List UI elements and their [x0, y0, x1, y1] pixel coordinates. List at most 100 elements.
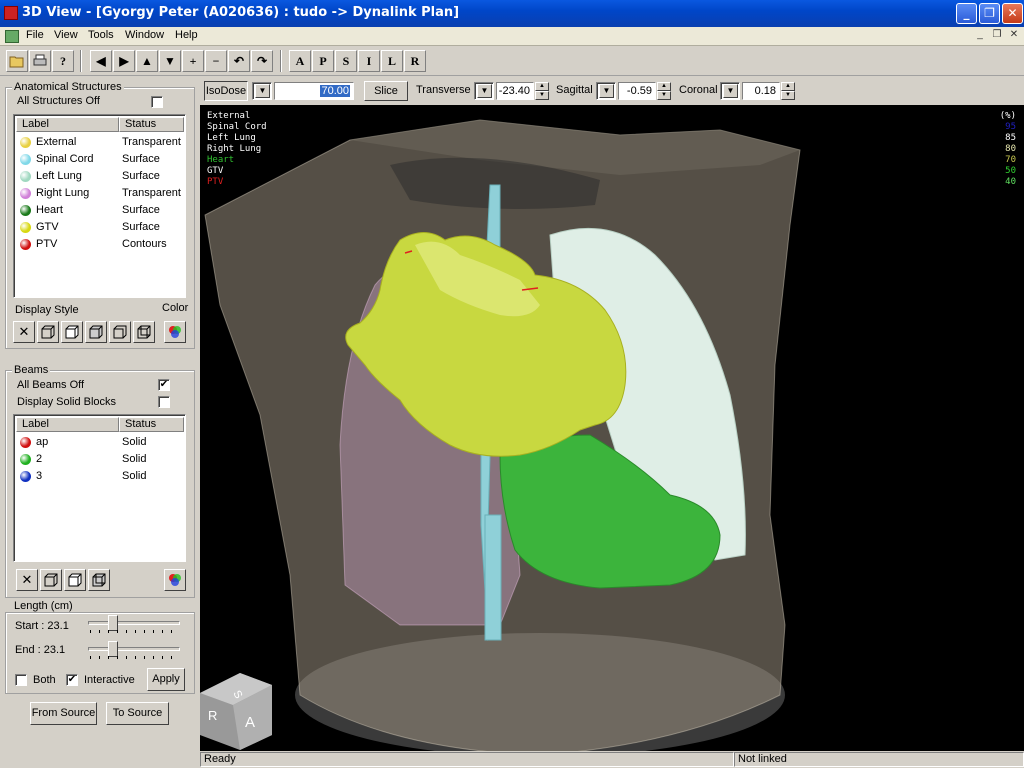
zoom-in-icon[interactable]: + — [182, 50, 204, 72]
beams-list: Label Status ap Solid 2 Solid 3 Solid — [13, 414, 186, 562]
beam-color-icon — [20, 454, 31, 465]
beam-color-picker-icon[interactable] — [164, 569, 186, 591]
isodose-value-field[interactable]: 70.00 — [274, 82, 354, 100]
transverse-dropdown[interactable]: ▼ — [474, 82, 494, 100]
transverse-spinner[interactable]: ▲ ▼ — [535, 82, 549, 100]
beam-row[interactable]: 3 Solid — [16, 468, 181, 485]
isodose-toggle-button[interactable]: IsoDose — [204, 81, 248, 101]
arrow-left-icon[interactable]: ◀ — [90, 50, 112, 72]
rotate-cw-icon[interactable]: ↷ — [251, 50, 273, 72]
view-inferior-button[interactable]: I — [358, 50, 380, 72]
apply-button[interactable]: Apply — [147, 668, 185, 691]
isodose-dropdown[interactable]: ▼ — [252, 82, 272, 100]
structure-row[interactable]: PTV Contours — [16, 236, 181, 253]
mdi-restore-button[interactable]: ❐ — [989, 29, 1005, 43]
all-beams-off-checkbox[interactable]: ✔ — [158, 379, 170, 391]
status-bar: Ready Not linked — [0, 751, 1024, 768]
structure-row[interactable]: Heart Surface — [16, 202, 181, 219]
beam-row[interactable]: 2 Solid — [16, 451, 181, 468]
transverse-value[interactable]: -23.40 — [496, 82, 534, 100]
start-slider[interactable] — [84, 614, 184, 634]
view-anterior-button[interactable]: A — [289, 50, 311, 72]
from-source-button[interactable]: From Source — [30, 702, 97, 725]
sagittal-label: Sagittal — [556, 84, 593, 96]
beam-wireframe-icon[interactable] — [40, 569, 62, 591]
arrow-right-icon[interactable]: ▶ — [113, 50, 135, 72]
to-source-button[interactable]: To Source — [106, 702, 169, 725]
beam-hide-icon[interactable]: ✕ — [16, 569, 38, 591]
title-bar: 3D View - [Gyorgy Peter (A020636) : tudo… — [0, 0, 1024, 27]
menu-window[interactable]: Window — [125, 29, 164, 41]
open-icon[interactable] — [6, 50, 28, 72]
3d-viewport[interactable]: S R A External Spinal Cord Left Lung Right … — [200, 105, 1024, 751]
menu-help[interactable]: Help — [175, 29, 198, 41]
structure-status: Transparent — [122, 187, 181, 199]
sagittal-dropdown[interactable]: ▼ — [596, 82, 616, 100]
solid-cube-icon[interactable] — [61, 321, 83, 343]
beam-column-status-header[interactable]: Status — [119, 417, 184, 432]
slice-button[interactable]: Slice — [364, 81, 408, 101]
mdi-close-button[interactable]: ✕ — [1006, 29, 1022, 43]
view-right-button[interactable]: R — [404, 50, 426, 72]
beam-status: Solid — [122, 453, 147, 465]
beam-label: ap — [36, 436, 49, 448]
menu-view[interactable]: View — [54, 29, 78, 41]
all-structures-off-label: All Structures Off — [17, 95, 100, 107]
wireframe-cube-icon[interactable] — [37, 321, 59, 343]
beam-shaded-icon[interactable] — [88, 569, 110, 591]
beam-solid-icon[interactable] — [64, 569, 86, 591]
close-button[interactable]: ✕ — [1002, 3, 1023, 24]
interactive-checkbox[interactable]: ✔ — [66, 674, 78, 686]
sagittal-spinner[interactable]: ▲ ▼ — [657, 82, 671, 100]
beam-status: Solid — [122, 436, 147, 448]
structure-row[interactable]: GTV Surface — [16, 219, 181, 236]
legend-item: GTV — [207, 166, 224, 176]
end-slider[interactable] — [84, 640, 184, 660]
color-picker-icon[interactable] — [164, 321, 186, 343]
structure-label: Heart — [36, 204, 63, 216]
beam-column-label-header[interactable]: Label — [16, 417, 119, 432]
shaded-cube-icon[interactable] — [85, 321, 107, 343]
all-structures-off-checkbox[interactable] — [151, 96, 163, 108]
document-icon[interactable] — [5, 30, 19, 43]
minimize-button[interactable]: _ — [956, 3, 977, 24]
zoom-out-icon[interactable]: − — [205, 50, 227, 72]
column-label-header[interactable]: Label — [16, 117, 119, 132]
coronal-dropdown[interactable]: ▼ — [720, 82, 740, 100]
print-icon[interactable] — [29, 50, 51, 72]
view-left-button[interactable]: L — [381, 50, 403, 72]
structure-row[interactable]: Left Lung Surface — [16, 168, 181, 185]
coronal-value[interactable]: 0.18 — [742, 82, 780, 100]
restore-button[interactable]: ❐ — [979, 3, 1000, 24]
coronal-spinner[interactable]: ▲ ▼ — [781, 82, 795, 100]
menu-tools[interactable]: Tools — [88, 29, 114, 41]
rotate-ccw-icon[interactable]: ↶ — [228, 50, 250, 72]
arrow-up-icon[interactable]: ▲ — [136, 50, 158, 72]
structure-row[interactable]: Spinal Cord Surface — [16, 151, 181, 168]
mdi-minimize-button[interactable]: _ — [972, 29, 988, 43]
transparent-cube-icon[interactable] — [133, 321, 155, 343]
view-superior-button[interactable]: S — [335, 50, 357, 72]
menu-file[interactable]: File — [26, 29, 44, 41]
view-posterior-button[interactable]: P — [312, 50, 334, 72]
display-solid-blocks-checkbox[interactable] — [158, 396, 170, 408]
beam-row[interactable]: ap Solid — [16, 434, 181, 451]
structure-row[interactable]: External Transparent — [16, 134, 181, 151]
help-icon[interactable]: ? — [52, 50, 74, 72]
arrow-down-icon[interactable]: ▼ — [159, 50, 181, 72]
smooth-cube-icon[interactable] — [109, 321, 131, 343]
sagittal-value[interactable]: -0.59 — [618, 82, 656, 100]
window-title: 3D View - [Gyorgy Peter (A020636) : tudo… — [22, 5, 460, 20]
column-status-header[interactable]: Status — [119, 117, 184, 132]
structure-row[interactable]: Right Lung Transparent — [16, 185, 181, 202]
spinal-cord-lower — [484, 514, 502, 641]
hide-style-icon[interactable]: ✕ — [13, 321, 35, 343]
cube-label-r: R — [208, 708, 217, 723]
structure-color-icon — [20, 239, 31, 250]
isodose-header: (%) — [999, 111, 1016, 121]
anatomical-structures-title: Anatomical Structures — [12, 81, 124, 93]
legend-item: PTV — [207, 177, 224, 187]
isodose-level: 80 — [1005, 144, 1016, 154]
structure-status: Surface — [122, 204, 160, 216]
both-checkbox[interactable] — [15, 674, 27, 686]
